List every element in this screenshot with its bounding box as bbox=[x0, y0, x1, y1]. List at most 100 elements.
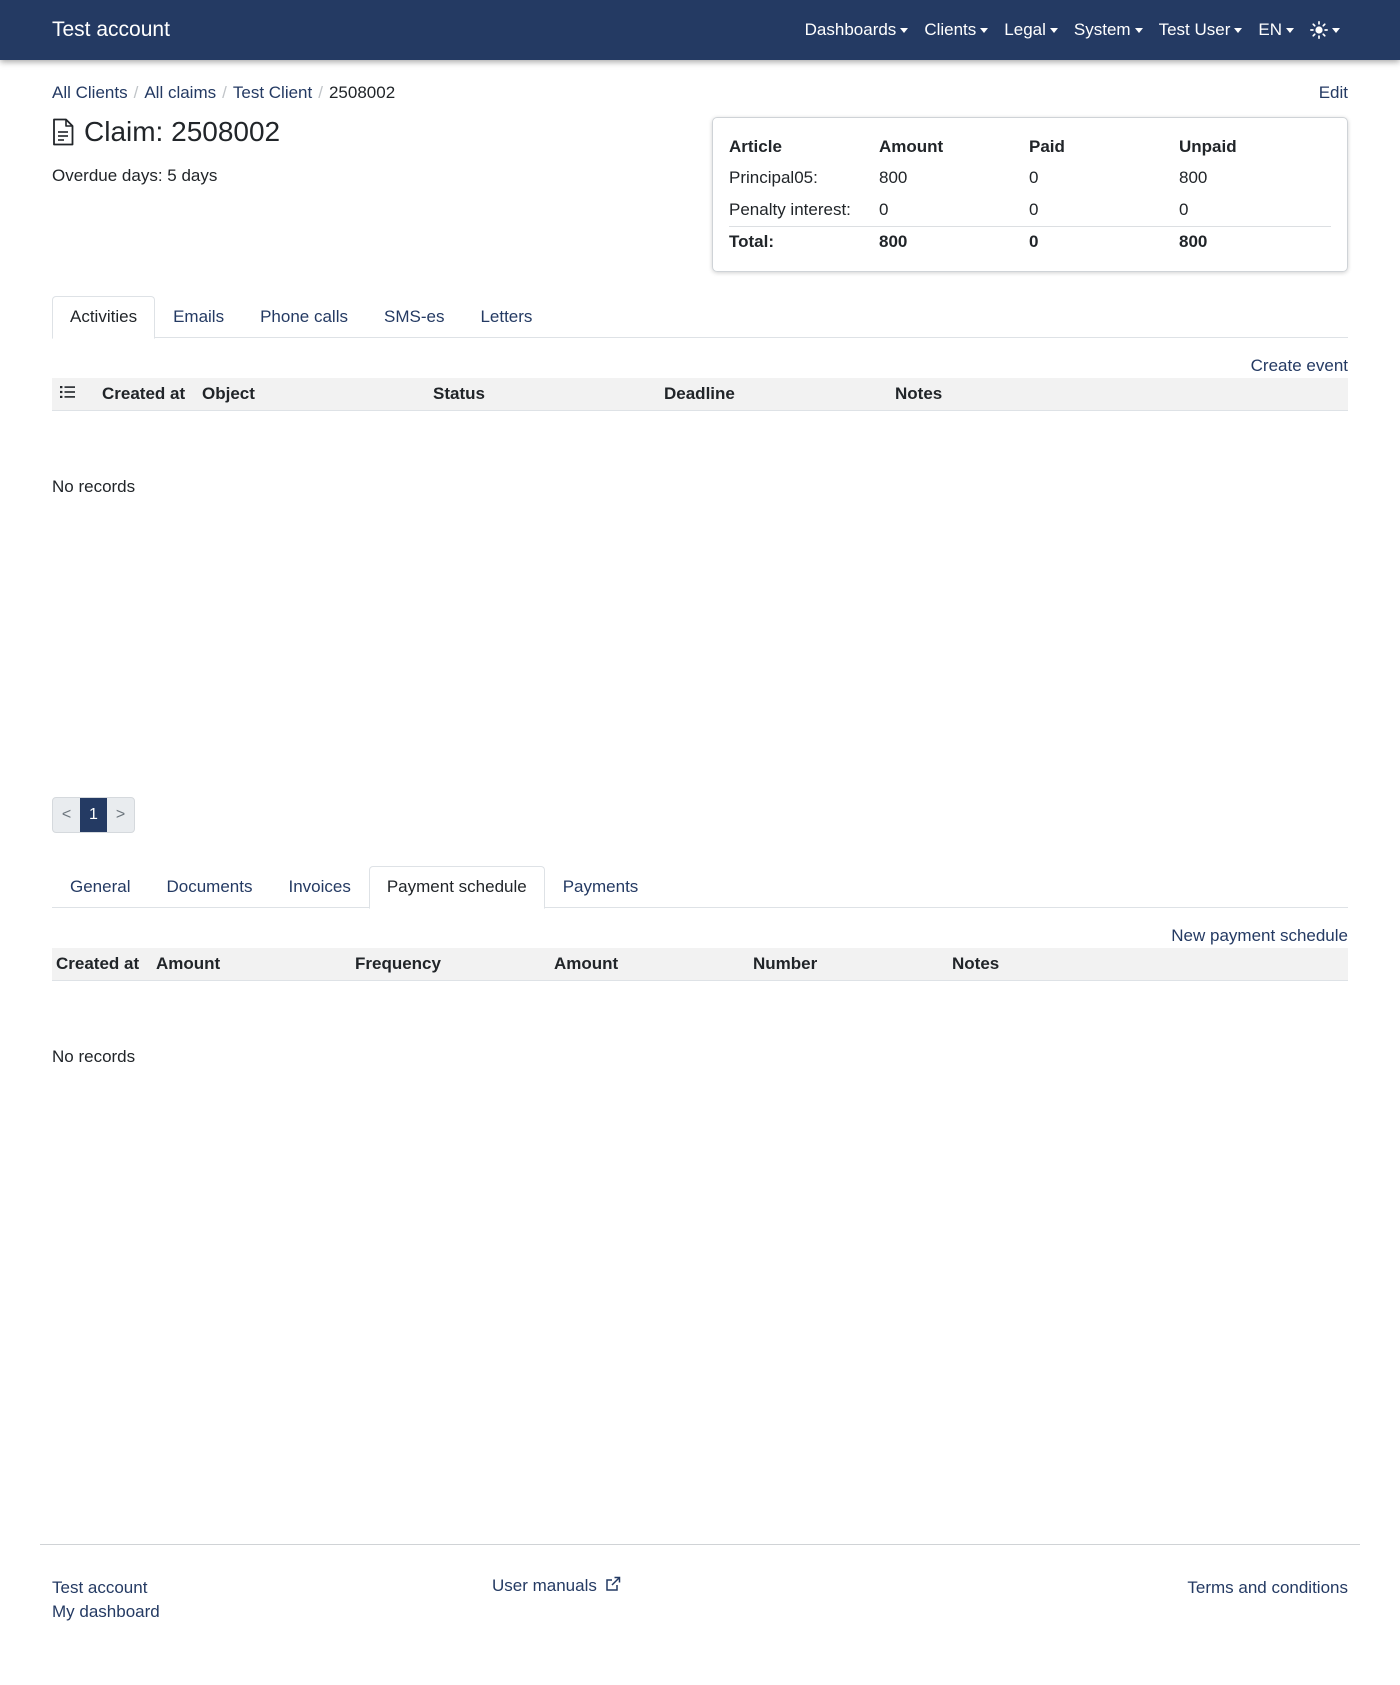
tab-payment-schedule[interactable]: Payment schedule bbox=[368, 866, 545, 909]
pagination: < 1 > bbox=[52, 797, 135, 833]
breadcrumb-current: 2508002 bbox=[328, 83, 396, 102]
claim-summary-card: Article Amount Paid Unpaid Principal05: … bbox=[712, 117, 1348, 272]
summary-cell: 0 bbox=[1029, 199, 1039, 219]
nav-dashboards-dropdown[interactable]: Dashboards bbox=[797, 20, 917, 40]
breadcrumb-separator: / bbox=[133, 83, 139, 102]
nav-user-dropdown[interactable]: Test User bbox=[1151, 20, 1251, 40]
caret-down-icon bbox=[1332, 27, 1340, 33]
summary-header-amount: Amount bbox=[879, 137, 944, 156]
page-title-text: Claim: 2508002 bbox=[84, 116, 281, 147]
tab-activities[interactable]: Activities bbox=[52, 296, 156, 339]
column-toggle-cell[interactable] bbox=[52, 384, 98, 404]
footer-user-manuals-label: User manuals bbox=[492, 1576, 597, 1595]
new-payment-schedule-link[interactable]: New payment schedule bbox=[1171, 926, 1348, 946]
column-header-status[interactable]: Status bbox=[429, 384, 660, 404]
breadcrumb-separator: / bbox=[222, 83, 227, 102]
tab-emails[interactable]: Emails bbox=[155, 296, 242, 338]
tab-payments[interactable]: Payments bbox=[545, 866, 657, 908]
nav-dashboards-label: Dashboards bbox=[804, 20, 897, 39]
activities-table-header: Created at Object Status Deadline Notes bbox=[52, 378, 1348, 411]
column-header-notes[interactable]: Notes bbox=[948, 954, 999, 974]
summary-cell: 0 bbox=[1179, 199, 1189, 219]
sun-icon bbox=[1310, 21, 1328, 39]
column-header-created-at[interactable]: Created at bbox=[52, 954, 152, 974]
nav-legal-label: Legal bbox=[1004, 20, 1046, 39]
summary-total-cell: Total: bbox=[729, 225, 879, 258]
summary-header-row: Article Amount Paid Unpaid bbox=[729, 132, 1331, 162]
overdue-days: Overdue days: 5 days bbox=[52, 166, 218, 185]
tab-general[interactable]: General bbox=[52, 866, 148, 908]
breadcrumb-separator: / bbox=[318, 83, 323, 102]
breadcrumb-all-claims[interactable]: All claims bbox=[144, 83, 216, 103]
list-icon bbox=[60, 386, 75, 398]
summary-cell: Principal05: bbox=[729, 168, 818, 187]
tab-phone-calls[interactable]: Phone calls bbox=[242, 296, 366, 338]
summary-total-cell: 0 bbox=[1029, 225, 1179, 258]
breadcrumb-all-clients[interactable]: All Clients bbox=[52, 83, 128, 103]
claim-summary-table: Article Amount Paid Unpaid Principal05: … bbox=[729, 132, 1331, 258]
summary-cell: 800 bbox=[1179, 168, 1208, 187]
column-header-frequency[interactable]: Frequency bbox=[351, 954, 550, 974]
summary-cell: 0 bbox=[879, 199, 889, 219]
summary-cell: Penalty interest: bbox=[729, 199, 851, 219]
nav-user-label: Test User bbox=[1158, 20, 1231, 39]
column-header-created-at[interactable]: Created at bbox=[98, 384, 198, 404]
nav-system-label: System bbox=[1073, 20, 1131, 39]
summary-row: Principal05: 800 0 800 bbox=[729, 162, 1331, 194]
tab-documents[interactable]: Documents bbox=[148, 866, 270, 908]
caret-down-icon bbox=[1049, 27, 1058, 33]
summary-total-cell: 800 bbox=[879, 225, 1029, 258]
summary-cell: 800 bbox=[879, 168, 908, 187]
caret-down-icon bbox=[1234, 27, 1243, 33]
column-header-object[interactable]: Object bbox=[198, 384, 429, 404]
nav-theme-dropdown[interactable] bbox=[1302, 21, 1348, 39]
pagination-next-button[interactable]: > bbox=[107, 798, 134, 832]
caret-down-icon bbox=[1286, 27, 1294, 33]
edit-link[interactable]: Edit bbox=[1319, 83, 1348, 103]
summary-total-row: Total: 800 0 800 bbox=[729, 225, 1331, 258]
pagination-page-button[interactable]: 1 bbox=[80, 798, 107, 832]
footer-terms-link[interactable]: Terms and conditions bbox=[1187, 1578, 1348, 1598]
column-header-number[interactable]: Number bbox=[749, 954, 948, 974]
nav-clients-dropdown[interactable]: Clients bbox=[916, 20, 996, 40]
create-event-link[interactable]: Create event bbox=[1251, 356, 1348, 376]
top-navbar: Test account Dashboards Clients Legal Sy… bbox=[0, 0, 1400, 60]
column-header-amount[interactable]: Amount bbox=[152, 954, 351, 974]
pagination-prev-button[interactable]: < bbox=[53, 798, 80, 832]
footer-dashboard-link[interactable]: My dashboard bbox=[52, 1602, 160, 1622]
caret-down-icon bbox=[980, 27, 989, 33]
nav-system-dropdown[interactable]: System bbox=[1066, 20, 1151, 40]
payment-schedule-table-header: Created at Amount Frequency Amount Numbe… bbox=[52, 948, 1348, 981]
brand-link[interactable]: Test account bbox=[52, 18, 170, 42]
column-header-installment-amount[interactable]: Amount bbox=[550, 954, 749, 974]
activities-empty-message: No records bbox=[52, 477, 136, 496]
nav-language-label: EN bbox=[1258, 20, 1282, 39]
footer-user-manuals[interactable]: User manuals bbox=[492, 1576, 621, 1596]
nav-language-dropdown[interactable]: EN bbox=[1250, 20, 1302, 40]
nav-menu: Dashboards Clients Legal System Test Use… bbox=[797, 20, 1348, 40]
external-link-icon bbox=[605, 1576, 620, 1591]
column-header-notes[interactable]: Notes bbox=[891, 384, 942, 404]
breadcrumb: All Clients / All claims / Test Client /… bbox=[52, 83, 395, 103]
nav-legal-dropdown[interactable]: Legal bbox=[996, 20, 1066, 40]
summary-total-cell: 800 bbox=[1179, 225, 1331, 258]
tab-letters[interactable]: Letters bbox=[462, 296, 550, 338]
caret-down-icon bbox=[900, 27, 909, 33]
tab-sms-es[interactable]: SMS-es bbox=[366, 296, 462, 338]
footer-divider bbox=[40, 1544, 1360, 1545]
tab-invoices[interactable]: Invoices bbox=[270, 866, 368, 908]
summary-row: Penalty interest: 0 0 0 bbox=[729, 194, 1331, 226]
caret-down-icon bbox=[1134, 27, 1143, 33]
claim-detail-tabs: General Documents Invoices Payment sched… bbox=[52, 866, 1348, 909]
page-title: Claim: 2508002 bbox=[52, 116, 280, 148]
breadcrumb-client[interactable]: Test Client bbox=[233, 83, 312, 103]
activity-tabs: Activities Emails Phone calls SMS-es Let… bbox=[52, 296, 1348, 339]
document-icon bbox=[53, 118, 74, 146]
summary-header-article: Article bbox=[729, 137, 782, 156]
summary-cell: 0 bbox=[1029, 168, 1039, 187]
payment-schedule-empty-message: No records bbox=[52, 1047, 136, 1066]
column-header-deadline[interactable]: Deadline bbox=[660, 384, 891, 404]
nav-clients-label: Clients bbox=[924, 20, 977, 39]
footer-account-link[interactable]: Test account bbox=[52, 1578, 147, 1598]
summary-header-paid: Paid bbox=[1029, 137, 1065, 156]
